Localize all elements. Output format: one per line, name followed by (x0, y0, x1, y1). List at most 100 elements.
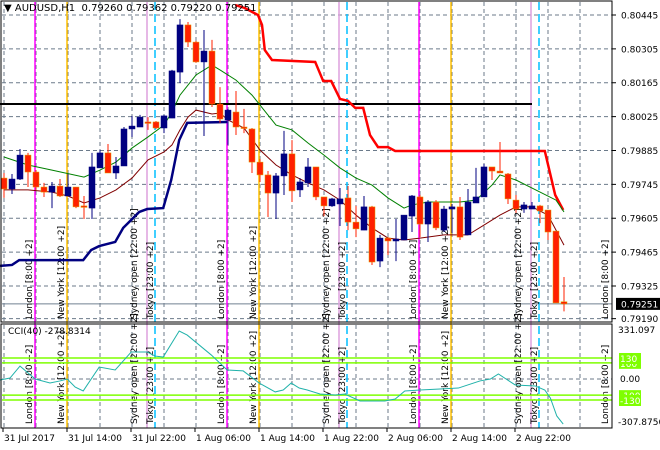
candle-bear (552, 230, 560, 304)
candle-bear (264, 174, 272, 194)
candle-bear (352, 221, 360, 230)
candle-bull (528, 205, 536, 210)
candle-bull (160, 115, 168, 129)
candle-bull (472, 196, 480, 204)
candle-bear (56, 185, 64, 197)
session-label-newyork: New York [12:00 +2] (57, 226, 67, 319)
price-label: 0.80445 (621, 12, 658, 22)
price-label: 0.79325 (621, 282, 658, 292)
candle-bear (192, 41, 200, 63)
price-label: 0.79605 (621, 215, 658, 225)
candle-bear (512, 199, 520, 210)
price-label: 0.79885 (621, 147, 658, 157)
session-label-london: London [8:00 +2] (217, 240, 227, 319)
candle-bear (416, 196, 424, 225)
chart-header: ▼ AUDUSD,H1 0.79260 0.79362 0.79220 0.79… (4, 3, 257, 14)
candle-bull (136, 116, 144, 128)
candle-bull (336, 198, 344, 205)
triangle-down-icon[interactable]: ▼ (4, 3, 15, 14)
candle-bull (112, 165, 120, 174)
candle-bear (80, 205, 88, 208)
cci-level-label: 130 (620, 355, 637, 365)
cci-legend: CCI(40) -278.8314 (8, 327, 91, 337)
candle-bear (496, 170, 504, 174)
candle-bear (144, 121, 152, 124)
candle-bull (280, 153, 288, 177)
candle-bear (312, 166, 320, 198)
candle-bear (72, 186, 80, 208)
session-label-newyork: New York [12:00 +2] (441, 226, 451, 319)
candle-bull (64, 186, 72, 197)
candle-bear (288, 153, 296, 192)
session-label-tokyo: Tokyo [23:00 +2] (146, 242, 156, 320)
time-label: 31 Jul 2017 (4, 434, 55, 444)
candle-bear (536, 205, 544, 212)
candle-bull (128, 125, 136, 130)
chart-canvas[interactable]: London [8:00 +2] London [8:00 +2] London [… (0, 0, 660, 450)
session-label-newyork: New York [12:00 +2] (441, 331, 451, 424)
candle-bear (240, 126, 248, 129)
candle-bull (296, 181, 304, 191)
time-label: 2 Aug 06:00 (388, 434, 443, 444)
candle-bear (504, 173, 512, 200)
cci-zero-label: 0.00 (620, 375, 640, 385)
candle-bear (544, 209, 552, 233)
candle-bull (440, 208, 448, 231)
open-value: 0.79260 (81, 3, 123, 14)
candle-bear (432, 201, 440, 229)
price-label: 0.80305 (621, 45, 658, 55)
candle-bull (88, 166, 96, 209)
candle-bull (392, 238, 400, 242)
candle-bear (32, 171, 40, 188)
candle-bear (320, 196, 328, 207)
session-label-sydney: Sydney open [22:00 +2] (130, 208, 140, 319)
session-label-sydney: Sydney open [22:00 +2] (322, 313, 332, 424)
session-label-london: London [8:00 +2] (601, 345, 611, 424)
time-label: 31 Jul 14:00 (68, 434, 122, 444)
session-label-sydney: Sydney open [22:00 +2] (130, 313, 140, 424)
candle-bull (200, 50, 208, 63)
candle-bull (8, 178, 16, 190)
candle-bear (232, 111, 240, 128)
candle-bull (360, 206, 368, 231)
candle-bull (272, 175, 280, 194)
time-label: 1 Aug 14:00 (260, 434, 315, 444)
session-label-london: London [8:00 +2] (409, 240, 419, 319)
candle-bear (344, 197, 352, 223)
price-label: 0.80025 (621, 113, 658, 123)
candle-bull (48, 185, 56, 193)
candle-bear (248, 128, 256, 163)
session-label-london: London [8:00 +2] (601, 240, 611, 319)
current-price-label: 0.79251 (621, 300, 658, 310)
candle-bear (560, 301, 568, 305)
candle-bull (376, 237, 384, 262)
candle-bull (16, 154, 24, 180)
cci-level-label: -130 (620, 397, 641, 407)
cci-max-label: 331.097 (618, 326, 655, 336)
session-label-london: London [8:00 +2] (25, 345, 35, 424)
price-label: 0.79745 (621, 181, 658, 191)
candle-bear (184, 24, 192, 43)
candle-bull (408, 195, 416, 217)
time-label: 2 Aug 22:00 (516, 434, 571, 444)
session-label-newyork: New York [12:00 +2] (249, 331, 259, 424)
candle-bear (216, 103, 224, 120)
candle-bear (152, 121, 160, 129)
candle-bear (456, 206, 464, 238)
high-value: 0.79362 (126, 3, 168, 14)
close-value: 0.79251 (215, 3, 257, 14)
session-label-newyork: New York [12:00 +2] (57, 331, 67, 424)
candle-bull (168, 70, 176, 119)
candle-bear (24, 154, 32, 173)
candle-bull (400, 214, 408, 241)
time-label: 1 Aug 22:00 (324, 434, 379, 444)
candle-bull (464, 201, 472, 236)
candle-bear (256, 161, 264, 176)
candle-bear (104, 152, 112, 174)
candle-bull (224, 109, 232, 121)
symbol-label: AUDUSD,H1 (14, 3, 76, 14)
session-label-sydney: Sydney open [22:00 +2] (322, 208, 332, 319)
candle-bull (448, 206, 456, 210)
candle-bear (368, 206, 376, 263)
candle-bull (96, 152, 104, 169)
